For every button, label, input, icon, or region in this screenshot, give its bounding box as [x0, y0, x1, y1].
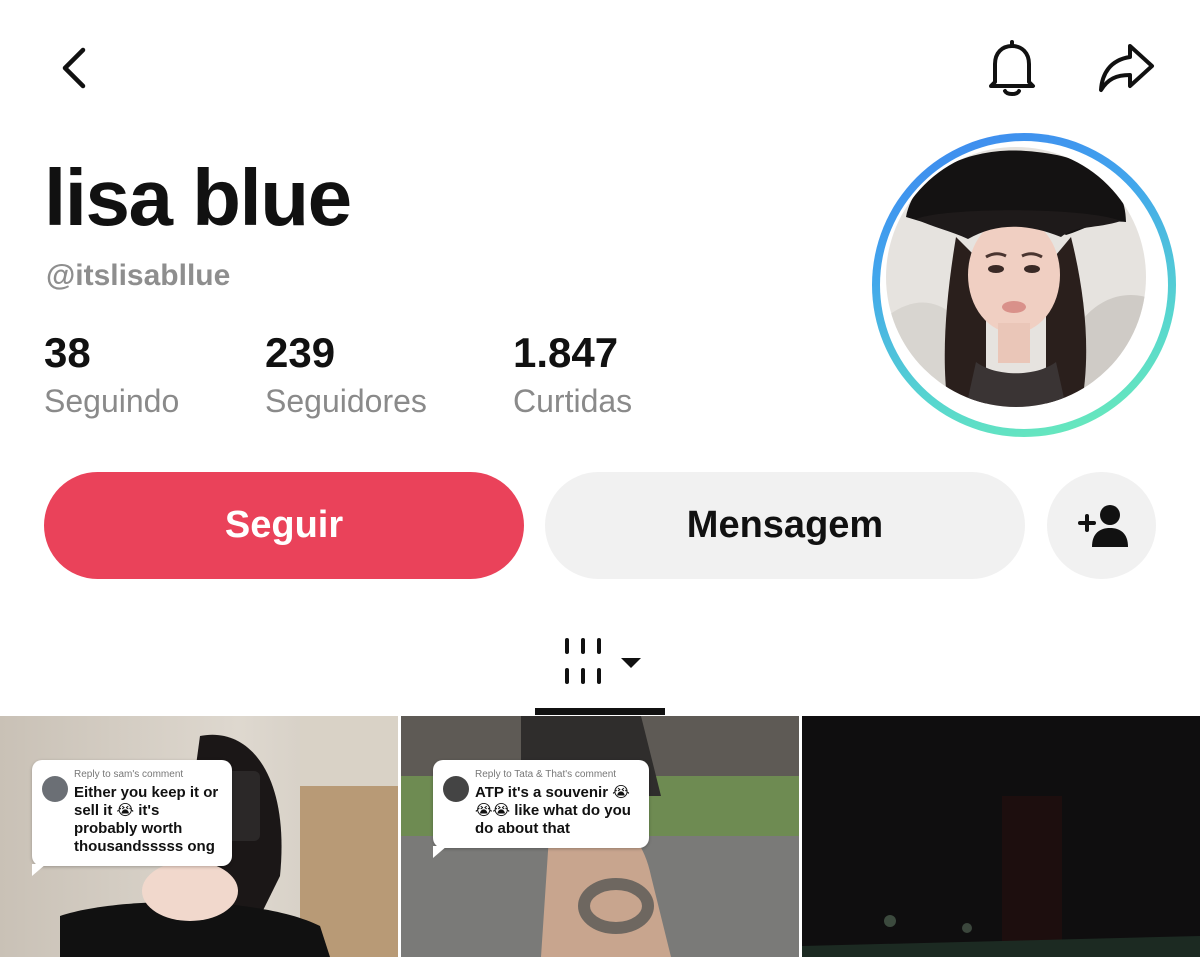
stat-following[interactable]: 38 Seguindo [44, 328, 179, 422]
username: @itslisabllue [46, 259, 231, 292]
videos-grid-icon [565, 638, 601, 684]
commenter-avatar [443, 776, 469, 802]
stat-followers[interactable]: 239 Seguidores [265, 328, 427, 422]
video-thumbnail[interactable]: Reply to sam's comment Either you keep i… [0, 716, 398, 957]
video-thumbnail[interactable]: Reply to Tata & That's comment ATP it's … [401, 716, 799, 957]
notification-button[interactable] [982, 36, 1042, 100]
display-name: lisa blue [44, 153, 352, 242]
reply-header: Reply to sam's comment [74, 769, 184, 780]
add-friend-button[interactable] [1047, 472, 1156, 579]
follow-button[interactable]: Seguir [44, 472, 524, 579]
likes-count: 1.847 [513, 329, 619, 376]
share-button[interactable] [1094, 38, 1158, 98]
tab-videos[interactable] [535, 628, 665, 708]
comment-reply-bubble: Reply to sam's comment Either you keep i… [32, 760, 232, 876]
caret-down-icon[interactable] [619, 656, 643, 670]
likes-label: Curtidas [513, 383, 633, 419]
back-button[interactable] [44, 38, 104, 98]
following-count: 38 [44, 329, 91, 376]
comment-text: Either you keep it or sell it 😭 it's pro… [74, 784, 219, 855]
add-user-icon [1077, 504, 1128, 547]
comment-reply-bubble: Reply to Tata & That's comment ATP it's … [433, 760, 649, 858]
comment-text: ATP it's a souvenir 😭😭😭 like what do you… [475, 784, 631, 837]
video-thumbnail[interactable] [802, 716, 1200, 957]
share-arrow-icon [1099, 44, 1154, 92]
message-button[interactable]: Mensagem [545, 472, 1025, 579]
avatar [886, 147, 1146, 407]
commenter-avatar [42, 776, 68, 802]
avatar-story-ring[interactable] [872, 133, 1176, 437]
bell-icon [989, 40, 1035, 96]
following-label: Seguindo [44, 383, 180, 419]
followers-label: Seguidores [265, 383, 427, 419]
followers-count: 239 [265, 329, 336, 376]
active-tab-indicator [535, 708, 665, 715]
stat-likes[interactable]: 1.847 Curtidas [513, 328, 632, 422]
reply-header: Reply to Tata & That's comment [475, 769, 617, 780]
chevron-left-icon [62, 47, 86, 89]
